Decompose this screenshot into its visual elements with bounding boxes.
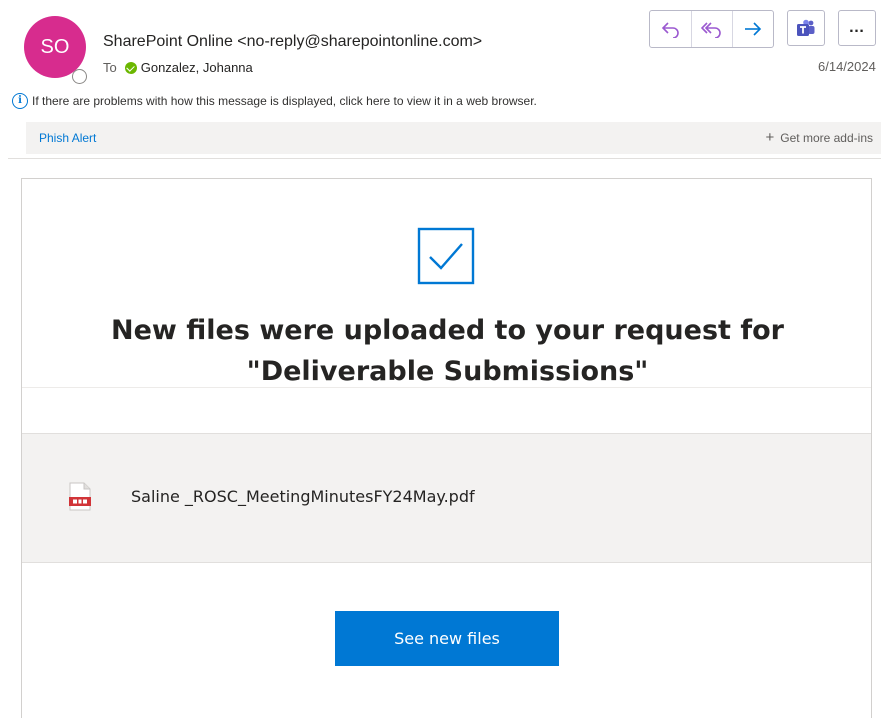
message-actions: … — [649, 10, 876, 48]
reply-icon — [661, 22, 679, 38]
section-separator — [22, 387, 871, 388]
info-bar[interactable]: i If there are problems with how this me… — [12, 93, 537, 109]
forward-button[interactable] — [732, 11, 773, 47]
headline: New files were uploaded to your request … — [22, 310, 873, 392]
info-icon: i — [12, 93, 28, 109]
phish-alert-addin[interactable]: Phish Alert — [39, 131, 96, 145]
headline-line-1: New files were uploaded to your request … — [111, 315, 784, 346]
forward-icon — [745, 22, 762, 36]
message-header: SO SharePoint Online <no-reply@sharepoin… — [0, 0, 881, 122]
teams-icon — [797, 19, 815, 36]
recipient-name[interactable]: Gonzalez, Johanna — [141, 60, 253, 75]
get-more-addins-label: Get more add-ins — [780, 131, 873, 145]
see-new-files-button[interactable]: See new files — [335, 611, 559, 666]
checkbox-checked-icon — [417, 227, 475, 285]
pdf-file-icon — [69, 482, 91, 511]
addin-bar: Phish Alert + Get more add-ins — [26, 122, 881, 154]
teams-share-button[interactable] — [787, 10, 825, 46]
recipient-line: To Gonzalez, Johanna — [103, 60, 253, 75]
available-status-icon — [124, 61, 137, 74]
reply-all-icon — [701, 22, 721, 38]
sender-name[interactable]: SharePoint Online <no-reply@sharepointon… — [103, 33, 482, 51]
message-date: 6/14/2024 — [818, 59, 876, 74]
reply-action-group — [649, 10, 774, 48]
email-body-card: New files were uploaded to your request … — [21, 178, 872, 718]
header-divider — [8, 158, 881, 159]
to-label: To — [103, 60, 117, 75]
reply-all-button[interactable] — [691, 11, 732, 47]
file-list-item[interactable]: Saline _ROSC_MeetingMinutesFY24May.pdf — [22, 433, 871, 563]
get-more-addins-button[interactable]: + Get more add-ins — [765, 129, 873, 146]
reply-button[interactable] — [650, 11, 691, 47]
plus-icon: + — [765, 129, 775, 146]
file-name[interactable]: Saline _ROSC_MeetingMinutesFY24May.pdf — [131, 487, 475, 506]
info-text[interactable]: If there are problems with how this mess… — [32, 94, 537, 108]
presence-status-icon — [72, 69, 87, 84]
headline-line-2: "Deliverable Submissions" — [246, 356, 649, 387]
more-actions-button[interactable]: … — [838, 10, 876, 46]
